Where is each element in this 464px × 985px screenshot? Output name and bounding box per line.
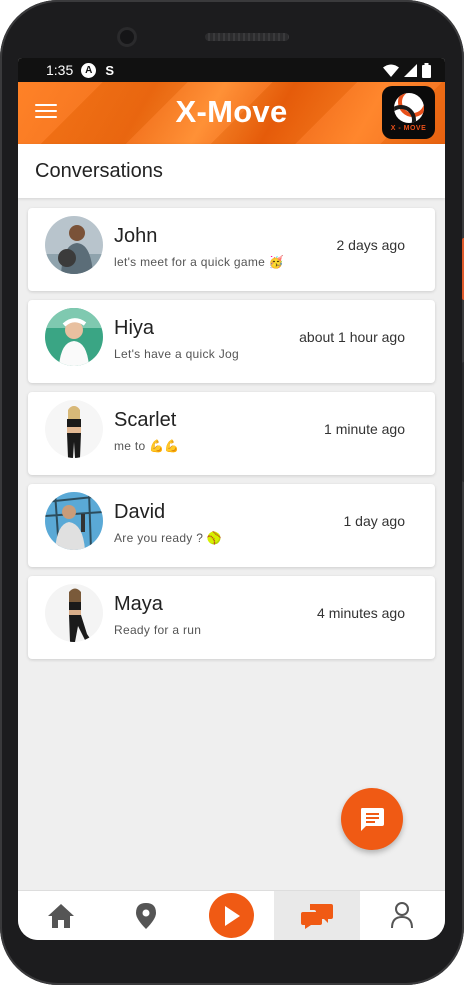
contact-name: John xyxy=(114,225,158,247)
avatar xyxy=(45,308,103,366)
earpiece-speaker xyxy=(205,33,289,41)
conversation-item-scarlet[interactable]: Scarlet me to 💪💪 1 minute ago xyxy=(28,392,435,475)
conversation-item-david[interactable]: David Are you ready ? 🥎 1 day ago xyxy=(28,484,435,567)
nav-home[interactable] xyxy=(18,891,103,940)
phone-frame: 1:35 A S X-Move X - MOVE Conversations J… xyxy=(0,0,464,985)
home-icon xyxy=(47,903,74,928)
contact-name: Hiya xyxy=(114,317,155,339)
avatar xyxy=(45,584,103,642)
notification-icon-s: S xyxy=(105,62,115,78)
contact-name: David xyxy=(114,501,166,523)
page-title: Conversations xyxy=(35,159,163,182)
bottom-navigation xyxy=(18,890,445,940)
contact-name: Scarlet xyxy=(114,409,177,431)
volleyball-icon xyxy=(393,93,424,123)
message-preview: me to 💪💪 xyxy=(114,439,180,453)
logo-text: X - MOVE xyxy=(390,125,427,132)
play-button[interactable] xyxy=(209,893,255,938)
play-icon xyxy=(224,905,240,926)
nav-location[interactable] xyxy=(103,891,188,940)
chat-icon xyxy=(300,903,333,929)
person-icon xyxy=(391,902,414,929)
app-title: X-Move xyxy=(175,94,288,129)
message-time: 1 day ago xyxy=(343,513,406,529)
notification-icon-a: A xyxy=(81,62,97,78)
conversation-item-maya[interactable]: Maya Ready for a run 4 minutes ago xyxy=(28,576,435,659)
signal-icon xyxy=(404,63,417,77)
avatar xyxy=(45,492,103,550)
status-time: 1:35 xyxy=(46,62,74,78)
new-message-button[interactable] xyxy=(341,788,403,850)
front-camera xyxy=(117,27,137,47)
app-logo[interactable]: X - MOVE xyxy=(382,86,435,139)
app-bar: X-Move X - MOVE xyxy=(18,82,445,144)
message-time: 2 days ago xyxy=(336,237,406,253)
message-time: 1 minute ago xyxy=(324,421,405,437)
message-time: 4 minutes ago xyxy=(317,605,405,621)
nav-play[interactable] xyxy=(189,891,274,940)
conversation-item-john[interactable]: John let's meet for a quick game 🥳 2 day… xyxy=(28,208,435,291)
contact-name: Maya xyxy=(114,593,163,615)
message-time: about 1 hour ago xyxy=(299,329,405,345)
status-bar: 1:35 A S xyxy=(18,58,445,82)
page-header: Conversations xyxy=(18,144,445,198)
message-icon xyxy=(361,808,384,831)
nav-profile[interactable] xyxy=(360,891,445,940)
location-pin-icon xyxy=(136,902,157,929)
wifi-icon xyxy=(383,64,399,77)
app-screen: 1:35 A S X-Move X - MOVE Conversations J… xyxy=(18,58,445,940)
conversation-item-hiya[interactable]: Hiya Let's have a quick Jog about 1 hour… xyxy=(28,300,435,383)
message-preview: Are you ready ? 🥎 xyxy=(114,531,223,545)
message-preview: let's meet for a quick game 🥳 xyxy=(114,255,284,269)
message-preview: Let's have a quick Jog xyxy=(114,347,239,361)
battery-icon xyxy=(422,62,431,78)
message-preview: Ready for a run xyxy=(114,623,202,637)
avatar xyxy=(45,400,103,458)
conversation-list: John let's meet for a quick game 🥳 2 day… xyxy=(28,208,435,668)
avatar xyxy=(45,216,103,274)
nav-chat[interactable] xyxy=(274,891,360,940)
status-icons xyxy=(383,62,431,78)
